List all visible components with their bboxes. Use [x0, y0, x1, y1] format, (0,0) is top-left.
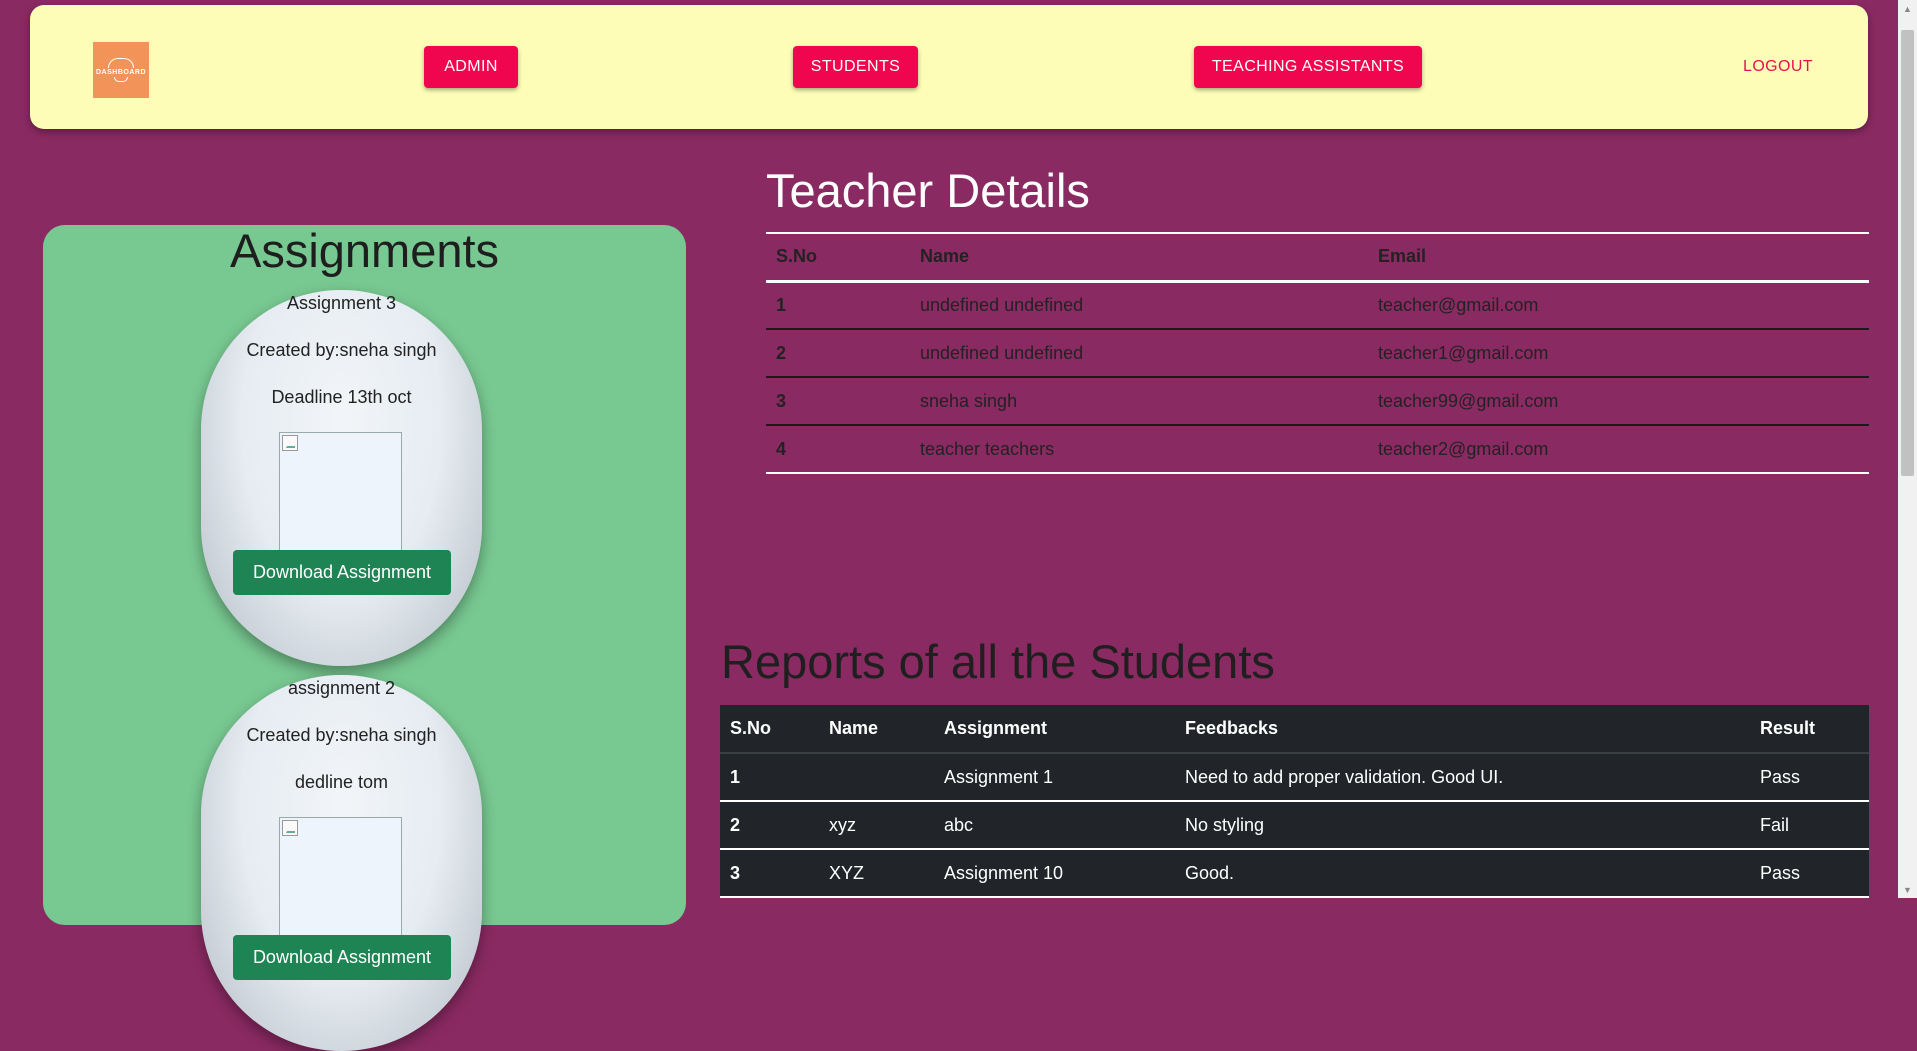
- name-cell: teacher teachers: [920, 438, 1055, 459]
- navbar: DASHBOARD ADMIN STUDENTS TEACHING ASSIST…: [30, 5, 1868, 129]
- name-cell: xyz: [829, 814, 856, 835]
- result-cell: Pass: [1760, 766, 1801, 787]
- logout-link[interactable]: LOGOUT: [1730, 46, 1826, 88]
- assignment-name: Assignment 3: [286, 293, 397, 313]
- sno-cell: 3: [776, 390, 787, 411]
- column-header: Assignment: [944, 718, 1048, 738]
- teacher-details-table: S.No Name Email 1 undefined undefined te…: [766, 232, 1869, 474]
- table-row: 3 XYZ Assignment 10 Good. Pass: [720, 849, 1869, 897]
- vertical-scrollbar[interactable]: ▲ ▼: [1898, 0, 1917, 898]
- download-assignment-button[interactable]: Download Assignment: [233, 935, 451, 980]
- scroll-down-arrow-icon[interactable]: ▼: [1898, 881, 1917, 898]
- name-cell: [819, 753, 934, 801]
- reports-table: S.No Name Assignment Feedbacks Result 1 …: [720, 705, 1869, 898]
- name-cell: undefined undefined: [920, 342, 1084, 363]
- table-header-row: S.No Name Assignment Feedbacks Result: [720, 705, 1869, 753]
- scroll-up-arrow-icon[interactable]: ▲: [1898, 0, 1917, 17]
- column-header: S.No: [730, 718, 772, 738]
- column-header: Email: [1378, 246, 1427, 267]
- assignment-created-by: Created by:sneha singh: [246, 340, 437, 360]
- sno-cell: 2: [776, 342, 787, 363]
- email-cell: teacher2@gmail.com: [1378, 438, 1549, 459]
- result-cell: Fail: [1760, 814, 1790, 835]
- result-cell: Pass: [1760, 862, 1801, 883]
- dashboard-logo[interactable]: DASHBOARD: [93, 42, 149, 98]
- assignment-name: assignment 2: [287, 678, 396, 698]
- assignment-card: Assignment 3 Created by:sneha singh Dead…: [201, 290, 482, 666]
- logo-arc-icon: [108, 58, 134, 68]
- assignment-deadline: Deadline 13th oct: [271, 387, 412, 407]
- assignment-card: assignment 2 Created by:sneha singh dedl…: [201, 675, 482, 1051]
- table-row: 3 sneha singh teacher99@gmail.com: [766, 377, 1869, 425]
- logo-text: DASHBOARD: [96, 69, 146, 76]
- feedback-cell: Need to add proper validation. Good UI.: [1185, 766, 1504, 787]
- assignment-image: [279, 817, 402, 940]
- table-row: 2 xyz abc No styling Fail: [720, 801, 1869, 849]
- email-cell: teacher1@gmail.com: [1378, 342, 1549, 363]
- column-header: Feedbacks: [1185, 718, 1279, 738]
- table-row: 1 Assignment 1 Need to add proper valida…: [720, 753, 1869, 801]
- assignments-title: Assignments: [229, 224, 500, 277]
- assignment-deadline: dedline tom: [294, 772, 389, 792]
- broken-image-icon: [282, 435, 298, 451]
- name-cell: XYZ: [829, 862, 865, 883]
- scroll-thumb[interactable]: [1901, 30, 1914, 476]
- sno-cell: 2: [730, 814, 741, 835]
- table-header-row: S.No Name Email: [766, 233, 1869, 281]
- teacher-details-title: Teacher Details: [766, 164, 1090, 217]
- table-row: 2 undefined undefined teacher1@gmail.com: [766, 329, 1869, 377]
- sno-cell: 1: [776, 294, 787, 315]
- assignment-cell: Assignment 1: [944, 766, 1054, 787]
- assignment-created-by: Created by:sneha singh: [246, 725, 437, 745]
- column-header: Result: [1760, 718, 1816, 738]
- feedback-cell: Good.: [1185, 862, 1235, 883]
- assignment-cell: abc: [944, 814, 974, 835]
- table-row: 1 undefined undefined teacher@gmail.com: [766, 281, 1869, 329]
- assignment-image: [279, 432, 402, 555]
- sno-cell: 3: [730, 862, 741, 883]
- teaching-assistants-button[interactable]: TEACHING ASSISTANTS: [1194, 46, 1422, 88]
- admin-button[interactable]: ADMIN: [424, 46, 518, 88]
- email-cell: teacher@gmail.com: [1378, 294, 1539, 315]
- table-row: 4 teacher teachers teacher2@gmail.com: [766, 425, 1869, 473]
- assignments-panel: Assignments Assignment 3 Created by:sneh…: [43, 224, 686, 1051]
- feedback-cell: No styling: [1185, 814, 1265, 835]
- name-cell: undefined undefined: [920, 294, 1084, 315]
- download-assignment-button[interactable]: Download Assignment: [233, 550, 451, 595]
- name-cell: sneha singh: [920, 390, 1018, 411]
- column-header: S.No: [776, 246, 818, 267]
- sno-cell: 4: [776, 438, 787, 459]
- broken-image-icon: [282, 820, 298, 836]
- sno-cell: 1: [730, 766, 741, 787]
- reports-title: Reports of all the Students: [721, 635, 1275, 688]
- assignment-cell: Assignment 10: [944, 862, 1064, 883]
- column-header: Name: [920, 246, 970, 267]
- logo-smile-icon: [114, 77, 128, 82]
- email-cell: teacher99@gmail.com: [1378, 390, 1559, 411]
- column-header: Name: [829, 718, 879, 738]
- students-button[interactable]: STUDENTS: [793, 46, 918, 88]
